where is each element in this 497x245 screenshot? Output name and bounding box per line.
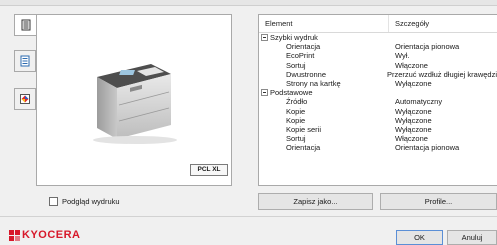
print-settings-icon bbox=[21, 19, 31, 31]
brand-logo: KYOCERA bbox=[9, 229, 81, 241]
row-label: Kopie serii bbox=[286, 124, 322, 134]
row-element: Szybki wydruk bbox=[259, 33, 389, 42]
row-label: Sortuj bbox=[286, 134, 306, 144]
tab-document[interactable] bbox=[14, 50, 36, 72]
row-element: Kopie bbox=[259, 107, 389, 116]
print-preview-panel bbox=[36, 14, 232, 186]
footer-divider bbox=[0, 216, 497, 217]
row-element: Kopie bbox=[259, 116, 389, 125]
collapse-icon[interactable] bbox=[261, 34, 268, 42]
table-row[interactable]: Kopie serii Wyłączone bbox=[259, 125, 497, 134]
row-label: Orientacja bbox=[286, 42, 321, 52]
row-label: Sortuj bbox=[286, 60, 306, 70]
preview-toggle[interactable]: Podgląd wydruku bbox=[49, 197, 120, 206]
save-as-button[interactable]: Zapisz jako... bbox=[258, 193, 373, 210]
row-element: Źródło bbox=[259, 97, 389, 106]
row-value bbox=[389, 33, 395, 42]
row-value: Wył. bbox=[395, 51, 410, 61]
preview-checkbox[interactable] bbox=[49, 197, 58, 206]
tab-color[interactable] bbox=[14, 88, 36, 110]
table-row[interactable]: Źródło Automatyczny bbox=[259, 97, 497, 106]
row-value: Włączone bbox=[395, 60, 428, 70]
row-value: Orientacja pionowa bbox=[395, 42, 460, 52]
brand-name: KYOCERA bbox=[22, 229, 81, 241]
table-header: Element Szczegóły bbox=[259, 15, 497, 33]
profiles-button[interactable]: Profile... bbox=[380, 193, 497, 210]
row-element: Sortuj bbox=[259, 61, 389, 70]
row-value: Wyłączone bbox=[395, 106, 432, 116]
row-value: Przerzuć wzdłuż długiej krawędzi bbox=[386, 69, 497, 79]
row-value: Wyłączone bbox=[395, 124, 432, 134]
table-row[interactable]: EcoPrint Wył. bbox=[259, 51, 497, 60]
row-label: Orientacja bbox=[286, 143, 321, 153]
table-body: Szybki wydruk Orientacja Orientacja pionow… bbox=[259, 33, 497, 152]
ok-button[interactable]: OK bbox=[396, 230, 443, 245]
row-label: Kopie bbox=[286, 115, 306, 125]
column-header-details[interactable]: Szczegóły bbox=[389, 15, 429, 32]
table-row[interactable]: Sortuj Włączone bbox=[259, 134, 497, 143]
color-icon bbox=[20, 94, 30, 104]
row-element: Dwustronne bbox=[259, 70, 381, 79]
row-value: Wyłączone bbox=[395, 78, 432, 88]
table-row[interactable]: Kopie Wyłączone bbox=[259, 116, 497, 125]
top-edge bbox=[0, 0, 497, 6]
row-element: Podstawowe bbox=[259, 88, 389, 97]
row-element: EcoPrint bbox=[259, 51, 389, 60]
table-row[interactable]: Orientacja Orientacja pionowa bbox=[259, 143, 497, 152]
row-label: Dwustronne bbox=[286, 69, 327, 79]
document-list-icon bbox=[20, 55, 30, 67]
collapse-icon[interactable] bbox=[261, 89, 268, 97]
row-label: Źródło bbox=[286, 97, 308, 107]
kyocera-logo-icon bbox=[9, 229, 20, 241]
table-row[interactable]: Sortuj Włączone bbox=[259, 61, 497, 70]
row-label: Szybki wydruk bbox=[270, 33, 318, 42]
table-row[interactable]: Dwustronne Przerzuć wzdłuż długiej krawęd… bbox=[259, 70, 497, 79]
table-row[interactable]: Orientacja Orientacja pionowa bbox=[259, 42, 497, 51]
row-value: Automatyczny bbox=[395, 97, 443, 107]
table-row[interactable]: Strony na kartkę Wyłączone bbox=[259, 79, 497, 88]
column-header-element[interactable]: Element bbox=[259, 15, 389, 32]
tab-print-settings[interactable] bbox=[14, 14, 37, 36]
row-label: Kopie bbox=[286, 106, 306, 116]
row-element: Kopie serii bbox=[259, 125, 389, 134]
row-label: Podstawowe bbox=[270, 88, 313, 98]
pdl-badge: PCL XL bbox=[190, 164, 228, 176]
row-label: EcoPrint bbox=[286, 51, 315, 61]
row-element: Sortuj bbox=[259, 134, 389, 143]
settings-summary-table: Element Szczegóły Szybki wydruk Orientacj… bbox=[258, 14, 497, 186]
row-element: Orientacja bbox=[259, 143, 389, 152]
row-value bbox=[389, 88, 395, 97]
row-element: Strony na kartkę bbox=[259, 79, 389, 88]
row-value: Orientacja pionowa bbox=[395, 143, 460, 153]
table-group-row[interactable]: Podstawowe bbox=[259, 88, 497, 97]
preview-checkbox-label: Podgląd wydruku bbox=[62, 197, 120, 206]
cancel-button[interactable]: Anuluj bbox=[447, 230, 497, 245]
row-element: Orientacja bbox=[259, 42, 389, 51]
row-value: Wyłączone bbox=[395, 115, 432, 125]
table-row[interactable]: Kopie Wyłączone bbox=[259, 107, 497, 116]
printer-image bbox=[93, 64, 177, 144]
side-tabs bbox=[8, 14, 37, 200]
table-group-row[interactable]: Szybki wydruk bbox=[259, 33, 497, 42]
row-value: Włączone bbox=[395, 134, 428, 144]
row-label: Strony na kartkę bbox=[286, 78, 341, 88]
